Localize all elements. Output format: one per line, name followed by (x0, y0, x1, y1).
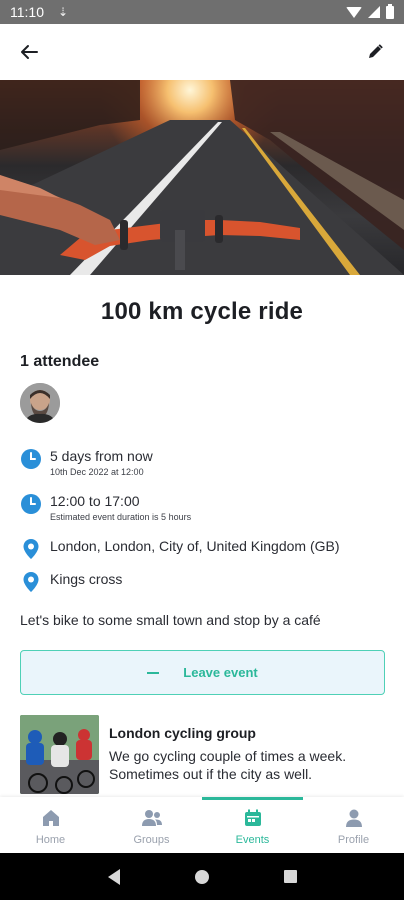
event-time-range: 12:00 to 17:00 (50, 493, 140, 509)
back-button[interactable] (14, 37, 44, 67)
system-navigation-bar (0, 853, 404, 900)
minus-icon (147, 671, 160, 674)
system-back-icon[interactable] (107, 868, 120, 885)
nav-home[interactable]: Home (0, 797, 101, 853)
event-date-row: 5 days from now 10th Dec 2022 at 12:00 (20, 447, 153, 477)
status-bar: 11:10 ⇣ (0, 0, 404, 24)
location-pin-icon (23, 539, 39, 559)
event-meeting-point-row[interactable]: Kings cross (20, 570, 122, 593)
group-card[interactable]: London cycling group We go cycling coupl… (20, 715, 390, 797)
group-name: London cycling group (109, 725, 256, 741)
system-recents-icon[interactable] (283, 870, 297, 883)
event-date-relative: 5 days from now (50, 448, 153, 464)
clock-icon (21, 494, 41, 514)
battery-icon (386, 3, 394, 19)
event-meeting-point: Kings cross (50, 571, 123, 587)
event-description: Let's bike to some small town and stop b… (20, 612, 321, 628)
wifi-icon (346, 6, 362, 18)
attendees-heading: 1 attendee (20, 353, 100, 370)
app-bar (0, 24, 404, 80)
system-home-icon[interactable] (194, 869, 209, 884)
nav-groups[interactable]: Groups (101, 797, 202, 853)
group-image (20, 715, 99, 794)
nav-home-label: Home (35, 834, 66, 846)
leave-event-label: Leave event (183, 665, 258, 680)
signal-icon (368, 6, 380, 18)
event-location-row[interactable]: London, London, City of, United Kingdom … (20, 537, 340, 560)
back-arrow-icon (21, 45, 38, 59)
nav-profile-label: Profile (337, 834, 370, 846)
event-location: London, London, City of, United Kingdom … (50, 538, 340, 554)
bottom-navigation: Home Groups Events Profile (0, 797, 404, 853)
pencil-icon (369, 44, 383, 58)
calendar-icon (244, 809, 261, 826)
event-title: 100 km cycle ride (100, 298, 304, 325)
attendee-avatar[interactable] (20, 383, 60, 423)
clock-icon (21, 449, 41, 469)
nav-profile[interactable]: Profile (303, 797, 404, 853)
status-time: 11:10 (10, 4, 44, 20)
groups-icon (141, 810, 162, 826)
profile-icon (345, 809, 362, 827)
edit-button[interactable] (360, 37, 390, 67)
group-description: We go cycling couple of times a week. So… (109, 748, 347, 782)
status-icons (346, 3, 394, 19)
event-cover-image (0, 80, 404, 275)
nav-events-label: Events (235, 834, 270, 846)
nav-events[interactable]: Events (202, 797, 303, 853)
home-icon (42, 810, 59, 826)
download-icon: ⇣ (58, 5, 69, 19)
event-time-row: 12:00 to 17:00 Estimated event duration … (20, 492, 191, 522)
event-date-exact: 10th Dec 2022 at 12:00 (50, 467, 144, 477)
location-pin-icon (23, 572, 39, 592)
event-duration-note: Estimated event duration is 5 hours (50, 512, 192, 522)
leave-event-button[interactable]: Leave event (20, 650, 385, 695)
nav-groups-label: Groups (133, 834, 170, 846)
